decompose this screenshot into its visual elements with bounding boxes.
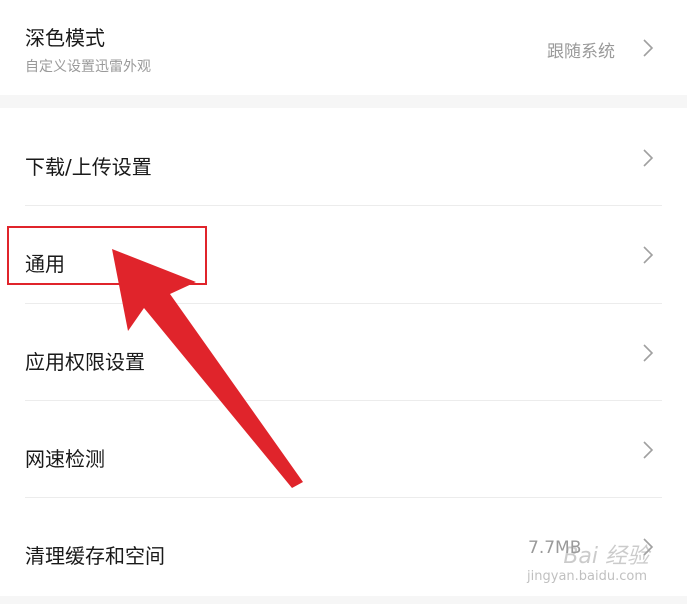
highlight-box <box>7 226 207 285</box>
clear-cache-label: 清理缓存和空间 <box>25 544 165 568</box>
app-permissions-label: 应用权限设置 <box>25 350 145 374</box>
dark-mode-subtitle: 自定义设置迅雷外观 <box>25 59 151 75</box>
download-upload-settings-row[interactable]: 下载/上传设置 <box>0 108 687 205</box>
chevron-right-icon <box>643 149 654 167</box>
chevron-right-icon <box>643 39 654 57</box>
speed-test-row[interactable]: 网速检测 <box>0 401 687 498</box>
watermark-url: jingyan.baidu.com <box>527 569 647 584</box>
chevron-right-icon <box>643 246 654 264</box>
speed-test-label: 网速检测 <box>25 447 105 471</box>
settings-section: 下载/上传设置 通用 应用权限设置 网速检测 清理缓存和空间 7.7MB <box>0 108 687 596</box>
dark-mode-title: 深色模式 <box>25 26 105 50</box>
watermark-brand: Bai 经验 <box>563 544 649 569</box>
chevron-right-icon <box>643 344 654 362</box>
download-upload-settings-label: 下载/上传设置 <box>25 155 152 179</box>
dark-mode-value: 跟随系统 <box>547 42 615 62</box>
chevron-right-icon <box>643 441 654 459</box>
dark-mode-section: 深色模式 自定义设置迅雷外观 跟随系统 <box>0 0 687 95</box>
dark-mode-row[interactable]: 深色模式 自定义设置迅雷外观 跟随系统 <box>0 0 687 95</box>
app-permissions-row[interactable]: 应用权限设置 <box>0 304 687 401</box>
